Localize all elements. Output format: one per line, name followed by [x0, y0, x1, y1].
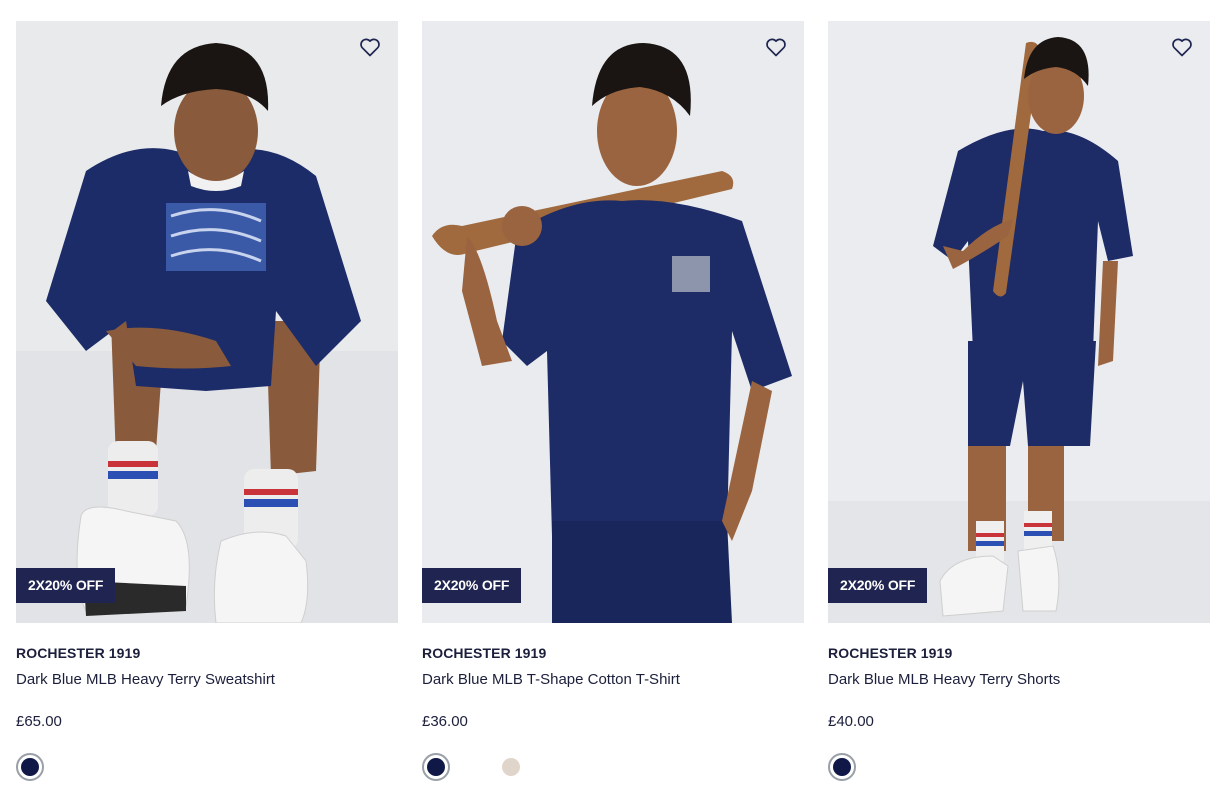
promo-badge: 2X20% OFF [16, 568, 116, 603]
wishlist-heart-icon[interactable] [358, 35, 382, 59]
product-photo-sweatshirt [16, 21, 398, 623]
color-swatch-navy[interactable] [422, 753, 450, 781]
brand-name[interactable]: ROCHESTER 1919 [422, 645, 546, 661]
swatch-color-dot [21, 758, 39, 776]
product-price: £36.00 [422, 713, 468, 730]
promo-badge: 2X20% OFF [422, 568, 522, 603]
product-image-link[interactable]: 2X20% OFF [422, 21, 804, 623]
product-price: £40.00 [828, 713, 874, 730]
product-card: 2X20% OFF ROCHESTER 1919 Dark Blue MLB H… [16, 21, 398, 800]
wishlist-heart-icon[interactable] [764, 35, 788, 59]
color-swatch-navy[interactable] [828, 753, 856, 781]
wishlist-heart-icon[interactable] [1170, 35, 1194, 59]
color-swatches [16, 753, 216, 781]
product-card: 2X20% OFF ROCHESTER 1919 Dark Blue MLB T… [422, 21, 804, 800]
color-swatch-stone[interactable] [497, 753, 525, 781]
swatch-color-dot [833, 758, 851, 776]
color-swatches [828, 753, 1028, 781]
product-photo-tshirt [422, 21, 804, 623]
brand-name[interactable]: ROCHESTER 1919 [16, 645, 140, 661]
product-image-link[interactable]: 2X20% OFF [828, 21, 1210, 623]
brand-name[interactable]: ROCHESTER 1919 [828, 645, 952, 661]
promo-badge: 2X20% OFF [828, 568, 928, 603]
product-name[interactable]: Dark Blue MLB Heavy Terry Sweatshirt [16, 671, 275, 688]
swatch-color-dot [502, 758, 520, 776]
product-card: 2X20% OFF ROCHESTER 1919 Dark Blue MLB H… [828, 21, 1210, 800]
product-name[interactable]: Dark Blue MLB Heavy Terry Shorts [828, 671, 1060, 688]
product-image-link[interactable]: 2X20% OFF [16, 21, 398, 623]
color-swatches [422, 753, 622, 781]
color-swatch-navy[interactable] [16, 753, 44, 781]
product-price: £65.00 [16, 713, 62, 730]
product-photo-shorts [828, 21, 1210, 623]
swatch-color-dot [427, 758, 445, 776]
product-grid: 2X20% OFF ROCHESTER 1919 Dark Blue MLB H… [16, 21, 1210, 800]
product-name[interactable]: Dark Blue MLB T-Shape Cotton T-Shirt [422, 671, 680, 688]
